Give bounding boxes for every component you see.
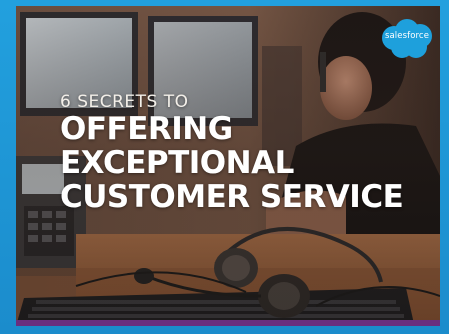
brand-name: salesforce xyxy=(384,31,430,41)
cover-title-line-1: OFFERING xyxy=(60,111,233,147)
accent-bar xyxy=(16,320,440,326)
screen-frame: salesforce 6 SECRETS TO OFFERING EXCEPTI… xyxy=(0,0,449,334)
cover-title-line-3: CUSTOMER SERVICE xyxy=(60,179,404,215)
cover-title-line-2: EXCEPTIONAL xyxy=(60,145,294,181)
cover-subtitle: 6 SECRETS TO xyxy=(60,92,189,112)
ebook-cover[interactable]: salesforce 6 SECRETS TO OFFERING EXCEPTI… xyxy=(16,6,440,326)
cover-headline: 6 SECRETS TO OFFERING EXCEPTIONAL CUSTOM… xyxy=(60,92,430,214)
salesforce-cloud-logo: salesforce xyxy=(378,16,436,62)
